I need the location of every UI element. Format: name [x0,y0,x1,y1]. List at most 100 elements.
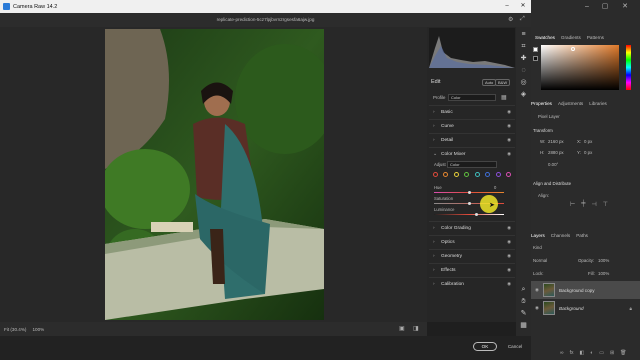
healing-icon[interactable]: ✚ [519,54,528,63]
eye-icon[interactable]: ◉ [507,109,511,115]
align-center-icon[interactable]: ╪ [581,201,585,208]
hue-slider[interactable] [626,45,631,90]
swatch-blue[interactable] [485,172,491,177]
eye-icon[interactable]: ◉ [507,239,511,245]
section-effects[interactable]: › Effects ◉ [429,263,515,276]
layer-name[interactable]: Background [559,306,584,311]
angle-field[interactable]: 0.00° [548,162,558,167]
align-left-icon[interactable]: ⊢ [570,201,575,208]
visibility-eye-icon[interactable]: ◉ [535,305,539,311]
tab-layers[interactable]: Layers [531,233,545,238]
zoom-100-label[interactable]: 100% [32,327,44,332]
trash-icon[interactable]: 🗑︎ [620,350,626,357]
section-label: Color Grading [441,225,471,231]
x-value-field[interactable]: 0 px [584,139,592,144]
adjustment-icon[interactable]: ◐ [590,350,593,357]
section-curve[interactable]: › Curve ◉ [429,119,515,132]
minimize-icon[interactable]: – [582,2,592,12]
sampler-icon[interactable]: ✎ [519,309,528,318]
eye-icon[interactable]: ◉ [507,267,511,273]
swatch-aqua[interactable] [474,172,480,177]
close-icon[interactable]: ✕ [620,2,630,12]
section-detail[interactable]: › Detail ◉ [429,133,515,146]
zoom-icon[interactable]: ⌕ [519,285,528,294]
foreground-color-swatch[interactable] [533,47,538,52]
tab-channels[interactable]: Channels [551,233,570,238]
folder-icon[interactable]: ▭ [599,350,604,357]
saturation-slider-thumb[interactable] [468,202,471,205]
fill-field[interactable]: 100% [598,271,609,276]
tab-swatches[interactable]: Swatches [535,35,555,40]
hand-icon[interactable]: ✋︎ [519,297,528,306]
color-picker-field[interactable] [541,45,619,90]
luminance-slider-track[interactable] [434,214,504,215]
eye-icon[interactable]: ◉ [507,281,511,287]
visibility-eye-icon[interactable]: ◉ [535,287,539,293]
hue-value[interactable]: 0 [494,185,496,190]
swatch-yellow[interactable] [453,172,459,177]
expand-icon[interactable]: ⤢ [520,16,525,23]
masking-icon[interactable]: ◌ [519,66,528,75]
layer-row-background-copy[interactable]: ◉ Background copy [531,281,640,299]
align-right-icon[interactable]: ⊣ [592,201,597,208]
dialog-close-icon[interactable]: ✕ [516,0,530,13]
eye-icon[interactable]: ◉ [507,151,511,157]
section-geometry[interactable]: › Geometry ◉ [429,249,515,262]
background-color-swatch[interactable] [533,56,538,61]
eye-icon[interactable]: ◉ [507,225,511,231]
y-value-field[interactable]: 0 px [584,150,592,155]
section-calibration[interactable]: › Calibration ◉ [429,277,515,290]
fit-zoom-label[interactable]: Fit (30.4%) [4,327,26,332]
link-icon[interactable]: ∞ [560,350,564,357]
swatch-purple[interactable] [495,172,501,177]
swatch-magenta[interactable] [505,172,511,177]
chevron-right-icon: › [433,253,435,259]
h-value-field[interactable]: 2880 px [548,150,564,155]
cancel-button[interactable]: Cancel [505,342,525,351]
settings-gear-icon[interactable]: ⚙ [508,16,513,23]
tab-properties[interactable]: Properties [531,101,552,106]
tab-adjustments[interactable]: Adjustments [558,101,583,106]
profile-select[interactable]: Color [448,94,496,101]
new-layer-icon[interactable]: ⊞ [610,350,614,357]
w-value-field[interactable]: 2160 px [548,139,564,144]
align-top-icon[interactable]: ⊤ [603,201,608,208]
red-eye-icon[interactable]: ◎ [519,78,528,87]
layer-name[interactable]: Background copy [559,288,595,293]
eye-icon[interactable]: ◉ [507,137,511,143]
ok-button[interactable]: OK [473,342,497,351]
eye-icon[interactable]: ◉ [507,253,511,259]
hue-slider-thumb[interactable] [468,191,471,194]
dialog-minimize-icon[interactable]: – [500,0,514,13]
toggle-before-after-icon[interactable]: ◨ [413,325,419,332]
swatch-green[interactable] [464,172,470,177]
section-color-mixer[interactable]: ⌄ Color Mixer ◉ [429,147,515,160]
section-color-grading[interactable]: › Color Grading ◉ [429,221,515,234]
maximize-icon[interactable]: ▢ [600,2,610,12]
tab-libraries[interactable]: Libraries [589,101,607,106]
tab-gradients[interactable]: Gradients [561,35,581,40]
tab-paths[interactable]: Paths [576,233,588,238]
adjust-select[interactable]: Color [447,161,497,168]
luminance-slider-thumb[interactable] [475,213,478,216]
opacity-field[interactable]: 100% [598,258,609,263]
layer-kind-filter[interactable]: Kind [533,245,542,250]
compare-view-icon[interactable]: ▣ [399,325,405,332]
color-picker-cursor[interactable] [571,47,575,51]
fx-icon[interactable]: fx [570,350,574,357]
edit-tool-icon[interactable]: ≡ [519,30,528,39]
crop-icon[interactable]: ⌗ [519,42,528,51]
bw-button[interactable]: B&W [495,79,511,86]
tab-patterns[interactable]: Patterns [587,35,604,40]
swatch-red[interactable] [433,172,438,177]
eye-icon[interactable]: ◉ [507,123,511,129]
mask-icon[interactable]: ◧ [579,350,584,357]
profile-browser-icon[interactable]: ▦ [501,94,507,101]
layer-row-background[interactable]: ◉ Background 🔒︎ [531,299,640,317]
blend-mode-select[interactable]: Normal [533,258,547,263]
grid-icon[interactable]: ▦ [519,321,528,330]
presets-icon[interactable]: ◈ [519,90,528,99]
swatch-orange[interactable] [443,172,449,177]
section-basic[interactable]: › Basic ◉ [429,105,515,118]
section-optics[interactable]: › Optics ◉ [429,235,515,248]
